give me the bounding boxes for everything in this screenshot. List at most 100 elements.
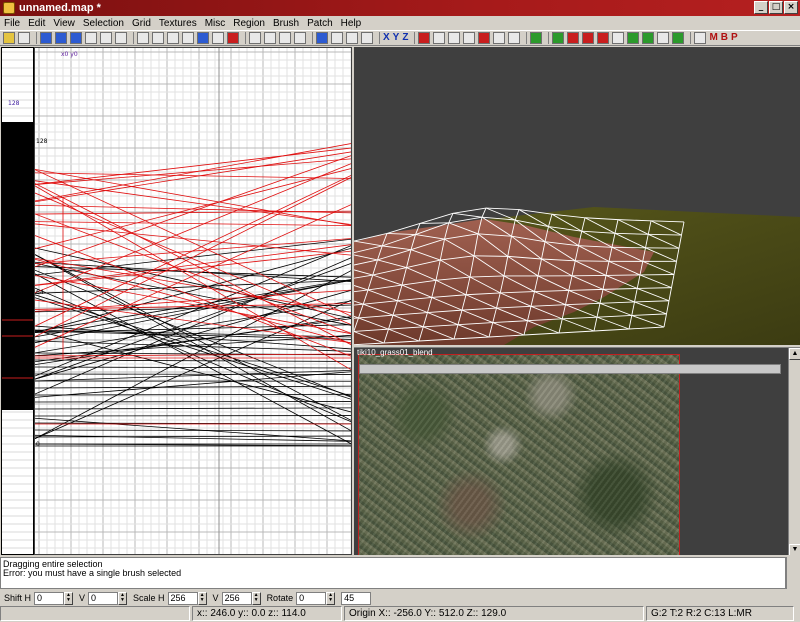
texture-scrollbar[interactable]: ▲ ▼: [788, 348, 800, 555]
hollow-icon[interactable]: [227, 32, 239, 44]
scroll-up-icon[interactable]: ▲: [789, 348, 800, 360]
select-complete-tall-icon[interactable]: [137, 32, 149, 44]
brush-filter-icon[interactable]: [627, 32, 640, 44]
view-x-button[interactable]: X: [383, 32, 390, 44]
selected-edge: [35, 221, 351, 227]
grid-origin-label: x0 y0: [61, 51, 78, 58]
main-toolbar: X Y Z M B P: [0, 30, 800, 46]
minimize-button[interactable]: _: [754, 1, 768, 14]
grid-coord-label: 0: [36, 441, 40, 448]
menu-file[interactable]: File: [0, 18, 24, 29]
scale-v-spinner[interactable]: ▲ ▼: [251, 591, 261, 605]
mesh-edge: [481, 207, 487, 218]
close-button[interactable]: ×: [784, 1, 798, 14]
mode-m-button[interactable]: M: [709, 32, 717, 44]
select-touching-icon[interactable]: [152, 32, 164, 44]
status-bar: x:: 246.0 y:: 0.0 z:: 114.0 Origin X:: -…: [0, 606, 800, 622]
shift-v-input[interactable]: 0: [88, 591, 119, 605]
mode-p-button[interactable]: P: [731, 32, 738, 44]
mode-b-button[interactable]: B: [721, 32, 728, 44]
scale-h-spinner[interactable]: ▲ ▼: [197, 591, 207, 605]
entity-list-icon[interactable]: [294, 32, 306, 44]
flip-z-icon[interactable]: [70, 32, 82, 44]
rotate-z-icon[interactable]: [115, 32, 127, 44]
rotate-step-input[interactable]: 45: [341, 591, 372, 605]
menu-edit[interactable]: Edit: [24, 18, 49, 29]
rotate-x-icon[interactable]: [85, 32, 97, 44]
z-view[interactable]: 128: [1, 47, 34, 555]
shift-v-spinner[interactable]: ▲ ▼: [118, 591, 128, 605]
patch-inspector-icon[interactable]: [493, 32, 506, 44]
patch-filter-icon[interactable]: [642, 32, 655, 44]
plugin-icon[interactable]: [552, 32, 565, 44]
camera-view[interactable]: [354, 47, 800, 345]
maximize-button[interactable]: □: [769, 1, 783, 14]
scale-h-input[interactable]: 256: [167, 591, 198, 605]
open-icon[interactable]: [3, 32, 15, 44]
menu-grid[interactable]: Grid: [128, 18, 155, 29]
menu-help[interactable]: Help: [337, 18, 366, 29]
scale-v-input[interactable]: 256: [221, 591, 252, 605]
rotate-y-icon[interactable]: [100, 32, 112, 44]
shift-h-spinner[interactable]: ▲ ▼: [64, 591, 74, 605]
view-z-button[interactable]: Z: [402, 32, 408, 44]
insert-icon[interactable]: [433, 32, 446, 44]
menu-patch[interactable]: Patch: [303, 18, 337, 29]
mesh-edge: [473, 255, 508, 257]
show-entities-icon[interactable]: [530, 32, 543, 44]
fit-texture-icon[interactable]: [508, 32, 521, 44]
texture-apply-icon[interactable]: [694, 32, 707, 44]
drill-icon[interactable]: [478, 32, 491, 44]
bend-icon[interactable]: [418, 32, 431, 44]
texture-browser[interactable]: tiki10_grass01_blend ▲ ▼: [354, 347, 800, 555]
rotate-input[interactable]: 0: [296, 591, 327, 605]
menu-misc[interactable]: Misc: [201, 18, 230, 29]
shift-h-input[interactable]: 0: [34, 591, 65, 605]
texture-view-icon[interactable]: [331, 32, 343, 44]
toolbar-separator: [245, 32, 246, 44]
scroll-down-icon[interactable]: ▼: [789, 544, 800, 555]
mesh-edge: [518, 209, 553, 215]
menu-textures[interactable]: Textures: [155, 18, 201, 29]
camera-render: [354, 207, 800, 345]
menu-view[interactable]: View: [49, 18, 79, 29]
select-partial-tall-icon[interactable]: [167, 32, 179, 44]
flip-y-icon[interactable]: [55, 32, 67, 44]
menu-brush[interactable]: Brush: [269, 18, 303, 29]
weld-icon[interactable]: [463, 32, 476, 44]
delete-icon[interactable]: [448, 32, 461, 44]
save-icon[interactable]: [18, 32, 30, 44]
snap-icon[interactable]: [582, 32, 595, 44]
rotate-spinner[interactable]: ▲ ▼: [326, 591, 336, 605]
change-views-icon[interactable]: [316, 32, 328, 44]
brush-edge: [35, 373, 351, 375]
flip-x-icon[interactable]: [40, 32, 52, 44]
texture-thumbnail[interactable]: [358, 354, 680, 555]
prefab-icon[interactable]: [567, 32, 580, 44]
console-output[interactable]: Dragging entire selection Error: you mus…: [0, 557, 786, 589]
texture-filter-bar[interactable]: [359, 364, 781, 374]
select-inside-icon[interactable]: [182, 32, 194, 44]
menu-selection[interactable]: Selection: [79, 18, 128, 29]
mesh-edge: [452, 212, 483, 218]
shift-v-label: V: [79, 593, 86, 603]
menu-region[interactable]: Region: [229, 18, 269, 29]
caulk-icon[interactable]: [657, 32, 670, 44]
brush-edge: [35, 366, 351, 369]
camera-icon[interactable]: [346, 32, 358, 44]
clipper-icon[interactable]: [249, 32, 261, 44]
brush-edge: [35, 359, 351, 362]
cube-clip-icon[interactable]: [361, 32, 373, 44]
grid-icon[interactable]: [597, 32, 610, 44]
csg-subtract-icon[interactable]: [197, 32, 209, 44]
region-icon[interactable]: [612, 32, 625, 44]
bsp-icon[interactable]: [672, 32, 685, 44]
view-y-button[interactable]: Y: [393, 32, 400, 44]
scale-lock-icon[interactable]: [279, 32, 291, 44]
csg-merge-icon[interactable]: [212, 32, 224, 44]
xz-grid-view[interactable]: x0 y0 128 64 0: [34, 47, 352, 555]
status-pane-empty: [0, 606, 190, 621]
brush-edge: [35, 279, 351, 294]
texture-lock-icon[interactable]: [264, 32, 276, 44]
console-scrollbar[interactable]: [786, 557, 800, 589]
